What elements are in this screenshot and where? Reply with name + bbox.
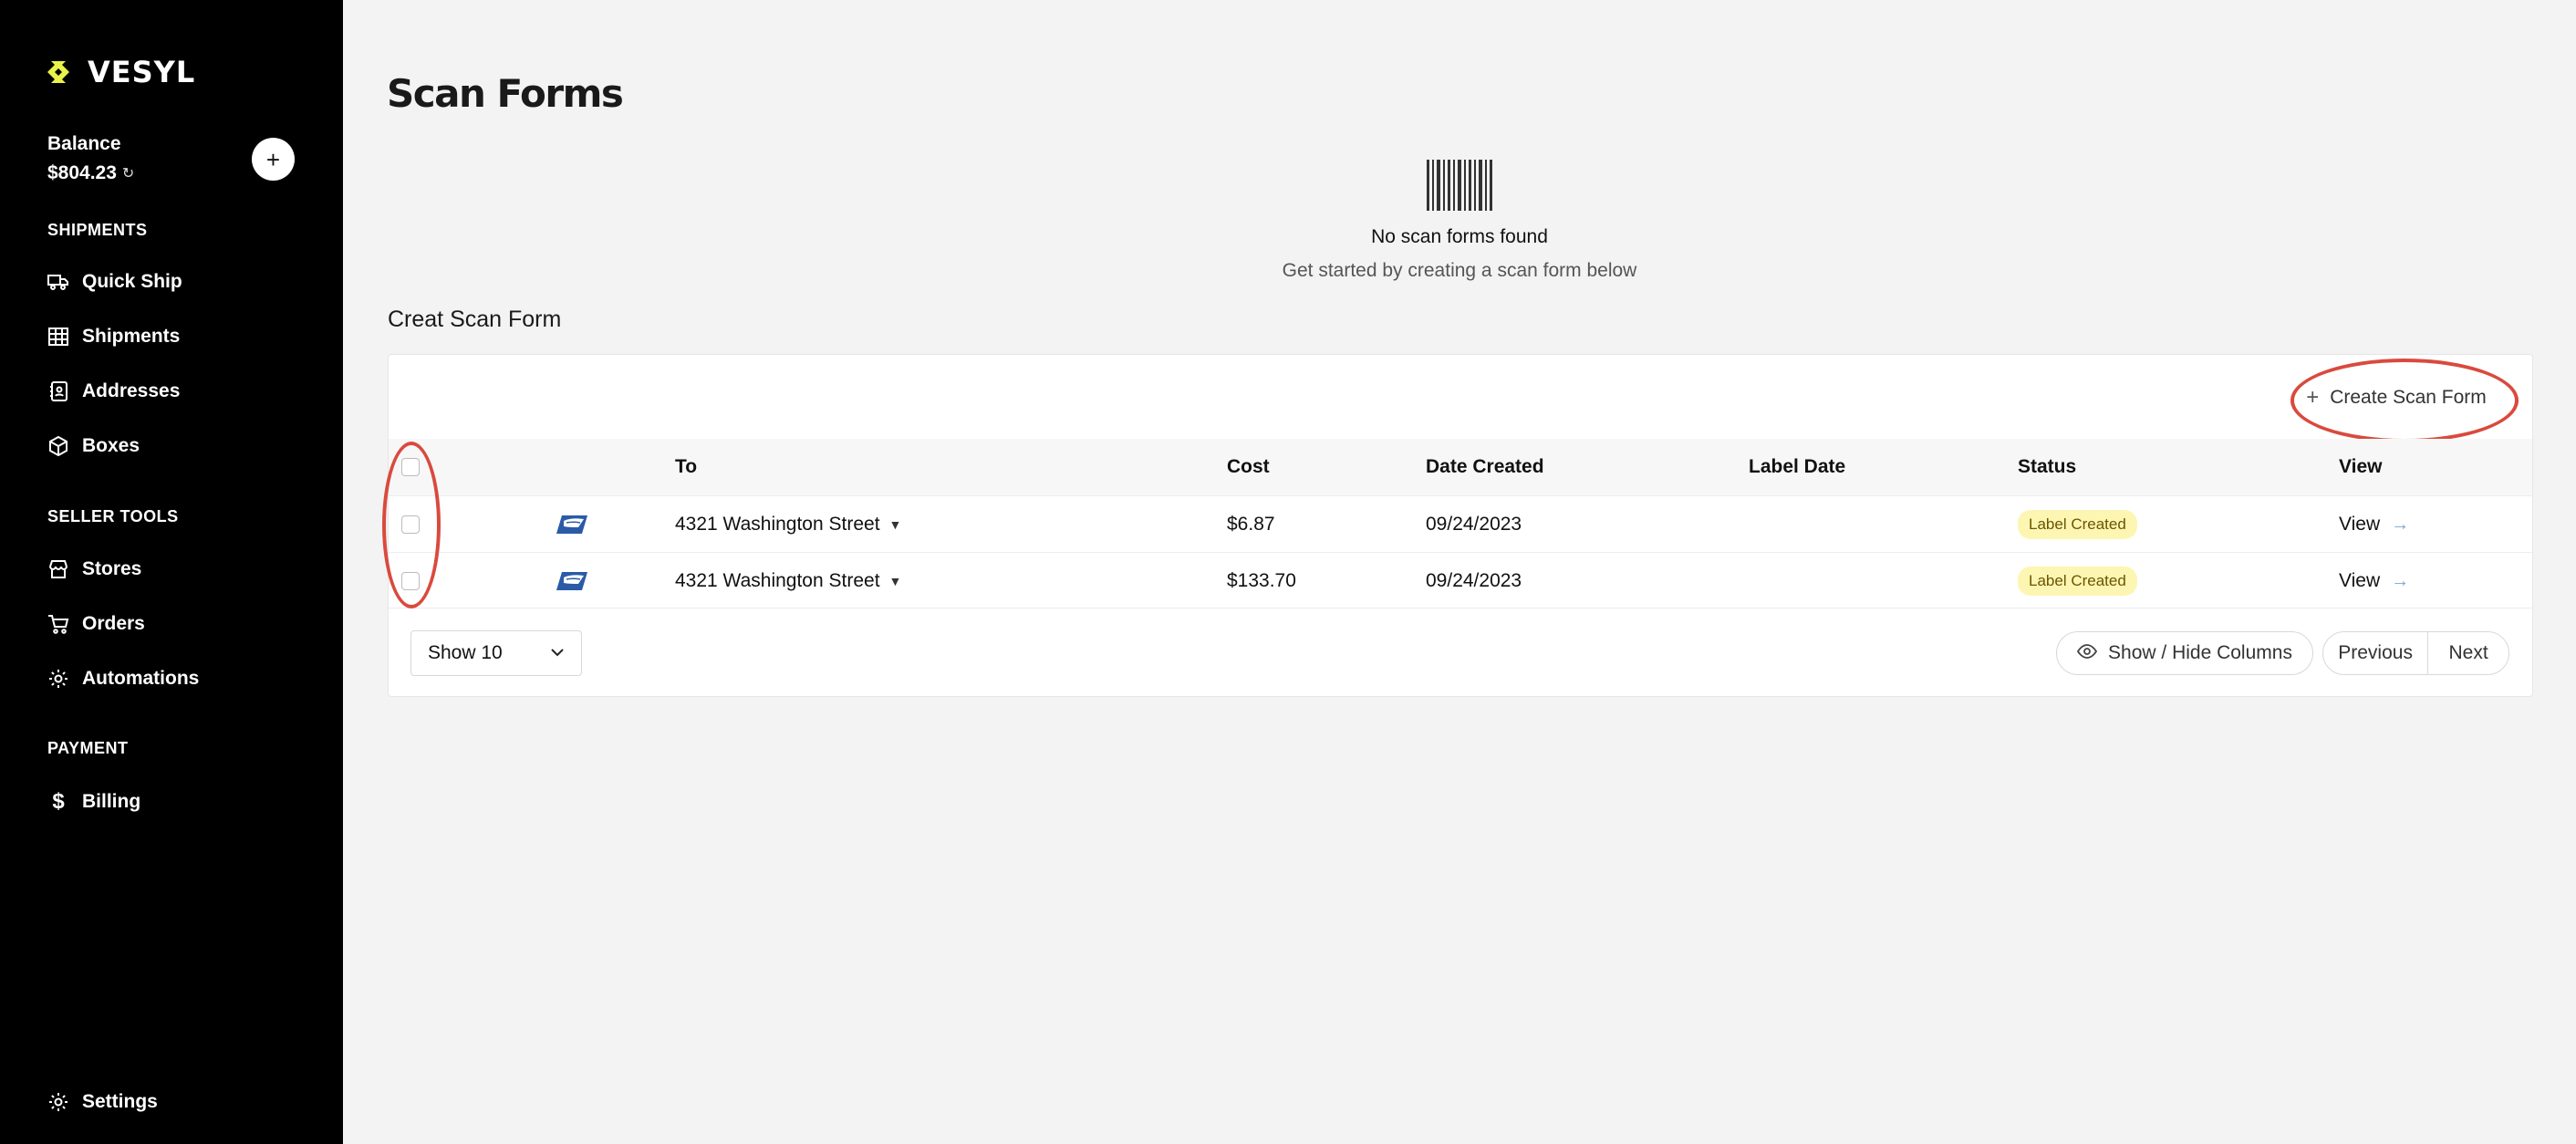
section-shipments: SHIPMENTS xyxy=(47,221,148,239)
usps-icon xyxy=(556,496,587,553)
barcode-icon xyxy=(1427,160,1492,215)
sidebar-item-label: Settings xyxy=(82,1091,158,1112)
arrow-right-icon: → xyxy=(2391,570,2410,591)
balance-label: Balance xyxy=(47,133,121,154)
sidebar-item-label: Quick Ship xyxy=(82,271,182,292)
sidebar-item-label: Shipments xyxy=(82,326,181,347)
select-all-cell xyxy=(401,439,420,495)
pagination: Previous Next xyxy=(2322,631,2509,675)
create-scan-form-button[interactable]: + Create Scan Form xyxy=(2290,375,2502,421)
address-cell[interactable]: 4321 Washington Street ▼ xyxy=(675,496,901,553)
scan-form-card: + Create Scan Form To Cost Date Created … xyxy=(382,354,2533,697)
row-select-cell xyxy=(401,496,420,553)
caret-down-icon[interactable]: ▼ xyxy=(889,517,902,532)
next-page-button[interactable]: Next xyxy=(2428,632,2508,674)
eye-icon xyxy=(2076,642,2098,664)
sidebar-item-billing[interactable]: $ Billing xyxy=(47,789,141,814)
row-select-cell xyxy=(401,553,420,609)
dollar-icon: $ xyxy=(52,789,65,814)
box-icon xyxy=(47,435,69,457)
arrow-right-icon: → xyxy=(2391,514,2410,535)
vesyl-logo-icon xyxy=(47,59,82,85)
usps-icon xyxy=(556,553,587,609)
row-checkbox[interactable] xyxy=(401,572,420,590)
sidebar-item-label: Orders xyxy=(82,613,145,634)
sidebar-item-label: Billing xyxy=(82,791,141,812)
sidebar-item-label: Addresses xyxy=(82,380,181,401)
truck-icon xyxy=(47,271,69,293)
view-cell: View → xyxy=(2339,553,2409,609)
section-seller-tools: SELLER TOOLS xyxy=(47,507,179,525)
sidebar-item-stores[interactable]: Stores xyxy=(47,558,141,580)
address-text: 4321 Washington Street xyxy=(675,570,880,591)
page-size-select[interactable]: Show 10 xyxy=(410,630,582,676)
sidebar-item-automations[interactable]: Automations xyxy=(47,668,199,690)
show-hide-columns-button[interactable]: Show / Hide Columns xyxy=(2056,631,2313,675)
cost-cell: $133.70 xyxy=(1227,570,1296,591)
plus-icon: + xyxy=(2306,385,2320,410)
view-label: View xyxy=(2339,570,2381,591)
balance: Balance $804.23 ↻ xyxy=(47,133,134,184)
table-header: To Cost Date Created Label Date Status V… xyxy=(389,439,2532,495)
show-hide-columns-label: Show / Hide Columns xyxy=(2108,642,2292,663)
column-header-date-created[interactable]: Date Created xyxy=(1426,439,1544,495)
column-header-label-date[interactable]: Label Date xyxy=(1749,439,1845,495)
table-icon xyxy=(47,326,69,348)
empty-subtitle: Get started by creating a scan form belo… xyxy=(1282,260,1637,281)
balance-value: $804.23 xyxy=(47,162,117,183)
date-created-cell: 09/24/2023 xyxy=(1426,570,1522,591)
sidebar-item-orders[interactable]: Orders xyxy=(47,613,145,635)
column-header-view: View xyxy=(2339,456,2383,477)
view-cell: View → xyxy=(2339,496,2409,553)
cost-cell: $6.87 xyxy=(1227,514,1275,535)
gear-icon xyxy=(47,1091,69,1113)
column-header-cost[interactable]: Cost xyxy=(1227,439,1270,495)
previous-page-button[interactable]: Previous xyxy=(2323,632,2429,674)
status-cell: Label Created xyxy=(2018,553,2137,609)
section-heading: Creat Scan Form xyxy=(388,307,562,332)
gear-icon xyxy=(47,668,69,690)
chevron-down-icon xyxy=(550,645,565,661)
status-cell: Label Created xyxy=(2018,496,2137,553)
logo-text: VESYL xyxy=(88,55,196,89)
row-checkbox[interactable] xyxy=(401,515,420,534)
view-link[interactable]: View → xyxy=(2339,514,2409,536)
address-book-icon xyxy=(47,380,69,402)
empty-state: No scan forms found Get started by creat… xyxy=(1003,160,1916,282)
date-created-cell: 09/24/2023 xyxy=(1426,514,1522,535)
page-size-value: Show 10 xyxy=(428,642,503,663)
cart-icon xyxy=(47,613,69,635)
page-title: Scan Forms xyxy=(387,71,624,116)
sidebar-item-shipments[interactable]: Shipments xyxy=(47,326,180,348)
caret-down-icon[interactable]: ▼ xyxy=(889,574,902,588)
column-header-status[interactable]: Status xyxy=(2018,439,2076,495)
table-row[interactable]: 4321 Washington Street ▼ $6.87 09/24/202… xyxy=(389,495,2532,552)
sidebar-item-boxes[interactable]: Boxes xyxy=(47,435,140,457)
view-link[interactable]: View → xyxy=(2339,570,2409,592)
column-header-to[interactable]: To xyxy=(675,439,697,495)
sidebar-item-quick-ship[interactable]: Quick Ship xyxy=(47,271,182,293)
sidebar-item-addresses[interactable]: Addresses xyxy=(47,380,180,402)
store-icon xyxy=(47,558,69,580)
balance-amount: $804.23 ↻ xyxy=(47,162,134,184)
section-payment: PAYMENT xyxy=(47,739,129,757)
logo[interactable]: VESYL xyxy=(47,55,195,89)
sidebar: VESYL Balance $804.23 ↻ + SHIPMENTS Quic… xyxy=(0,0,343,1144)
create-scan-form-label: Create Scan Form xyxy=(2330,387,2487,408)
empty-title: No scan forms found xyxy=(1371,226,1548,247)
address-cell[interactable]: 4321 Washington Street ▼ xyxy=(675,553,901,609)
status-badge: Label Created xyxy=(2018,567,2137,596)
view-label: View xyxy=(2339,514,2381,535)
select-all-checkbox[interactable] xyxy=(401,458,420,476)
status-badge: Label Created xyxy=(2018,510,2137,539)
sidebar-item-label: Stores xyxy=(82,558,142,579)
address-text: 4321 Washington Street xyxy=(675,514,880,535)
refresh-icon[interactable]: ↻ xyxy=(122,164,134,182)
add-balance-button[interactable]: + xyxy=(252,138,295,181)
sidebar-item-label: Boxes xyxy=(82,435,140,456)
table-row[interactable]: 4321 Washington Street ▼ $133.70 09/24/2… xyxy=(389,552,2532,608)
sidebar-item-settings[interactable]: Settings xyxy=(47,1091,158,1113)
sidebar-item-label: Automations xyxy=(82,668,200,689)
